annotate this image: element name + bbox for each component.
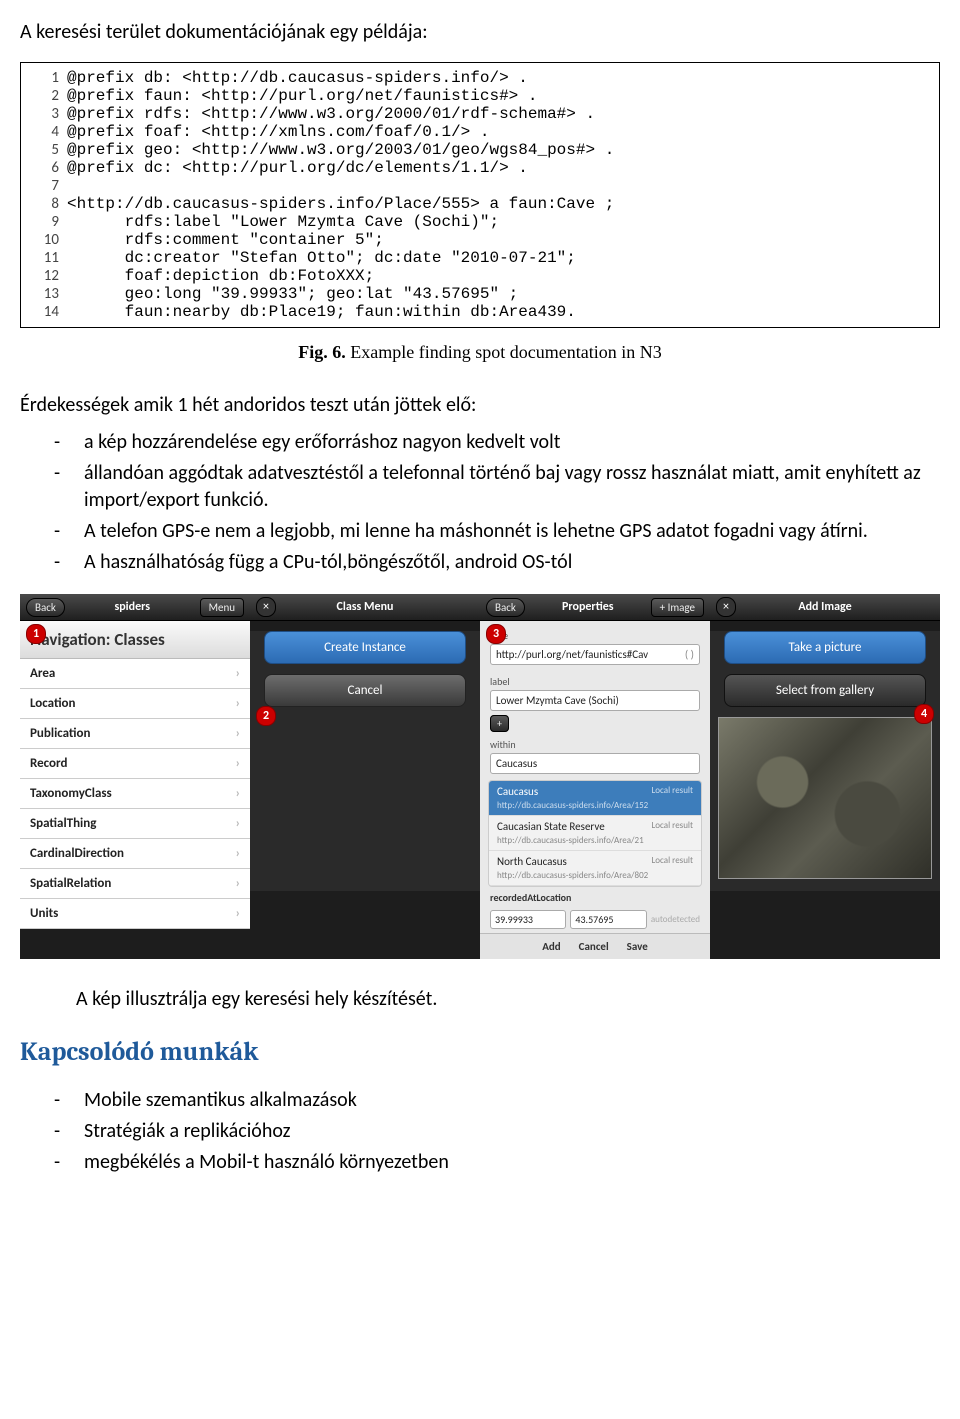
- chevron-right-icon: ›: [236, 786, 240, 801]
- screen-1: 1 Back spiders Menu Navigation: Classes …: [20, 594, 250, 959]
- autodetected-label: autodetected: [651, 914, 700, 925]
- screen1-title: spiders: [114, 600, 150, 614]
- photo-preview: [718, 717, 932, 879]
- close-button[interactable]: ×: [716, 597, 736, 617]
- list-item: Stratégiák a replikációhoz: [54, 1118, 940, 1145]
- badge-4: 4: [914, 704, 934, 724]
- screen3-title: Properties: [562, 600, 614, 614]
- list-item: állandóan aggódtak adatvesztéstől a tele…: [54, 460, 940, 514]
- list-item[interactable]: Publication›: [20, 719, 250, 749]
- badge-2: 2: [256, 706, 276, 726]
- code-block: 1@prefix db: <http://db.caucasus-spiders…: [20, 62, 940, 328]
- screen-4: 4 × Add Image Take a picture Select from…: [710, 594, 940, 959]
- screen4-title: Add Image: [798, 600, 851, 614]
- input-latitude[interactable]: 43.57695: [570, 910, 646, 929]
- suggestions-list: CaucasusLocal result http://db.caucasus-…: [488, 780, 702, 887]
- input-type[interactable]: http://purl.org/net/faunistics#Cav ( ): [490, 644, 700, 665]
- list-item[interactable]: CardinalDirection›: [20, 839, 250, 869]
- list-item: megbékélés a Mobil-t használó környezetb…: [54, 1149, 940, 1176]
- chevron-right-icon: ›: [236, 906, 240, 921]
- take-picture-button[interactable]: Take a picture: [724, 631, 926, 664]
- save-button[interactable]: Save: [627, 940, 648, 953]
- list-item[interactable]: SpatialThing›: [20, 809, 250, 839]
- back-button[interactable]: Back: [486, 598, 525, 617]
- cancel-button[interactable]: Cancel: [579, 940, 609, 953]
- findings-list: a kép hozzárendelése egy erőforráshoz na…: [20, 429, 940, 576]
- list-item: A használhatóság függ a CPu-tól,böngésző…: [54, 549, 940, 576]
- chevron-right-icon: ›: [236, 666, 240, 681]
- paragraph-findings: Érdekességek amik 1 hét andoridos teszt …: [20, 393, 940, 417]
- suggestion-item[interactable]: CaucasusLocal result http://db.caucasus-…: [489, 781, 701, 816]
- chevron-right-icon: ›: [236, 816, 240, 831]
- chevron-right-icon: ›: [236, 696, 240, 711]
- figure-caption-bold: Fig. 6.: [298, 342, 346, 362]
- back-button[interactable]: Back: [26, 598, 65, 617]
- screen-3: 3 Back Properties + Image type http://pu…: [480, 594, 710, 959]
- nav-heading: Navigation: Classes: [20, 621, 250, 659]
- chevron-right-icon: ›: [236, 876, 240, 891]
- cancel-button[interactable]: Cancel: [264, 674, 466, 707]
- list-item[interactable]: SpatialRelation›: [20, 869, 250, 899]
- badge-3: 3: [486, 624, 506, 644]
- list-item[interactable]: Location›: [20, 689, 250, 719]
- label-within: within: [480, 734, 710, 753]
- chevron-right-icon: ›: [236, 846, 240, 861]
- select-gallery-button[interactable]: Select from gallery: [724, 674, 926, 707]
- list-item[interactable]: Area›: [20, 659, 250, 689]
- input-longitude[interactable]: 39.99933: [490, 910, 566, 929]
- related-works-list: Mobile szemantikus alkalmazások Stratégiá…: [20, 1087, 940, 1176]
- input-label[interactable]: Lower Mzymta Cave (Sochi): [490, 690, 700, 711]
- list-item[interactable]: TaxonomyClass›: [20, 779, 250, 809]
- chevron-right-icon: ›: [236, 726, 240, 741]
- list-item: Mobile szemantikus alkalmazások: [54, 1087, 940, 1114]
- add-image-button[interactable]: + Image: [651, 598, 704, 617]
- input-within[interactable]: Caucasus: [490, 753, 700, 774]
- create-instance-button[interactable]: Create Instance: [264, 631, 466, 664]
- mobile-screens-figure: 1 Back spiders Menu Navigation: Classes …: [20, 594, 940, 959]
- intro-title: A keresési terület dokumentációjának egy…: [20, 20, 940, 44]
- figure-caption-below: A kép illusztrálja egy keresési hely kés…: [76, 987, 940, 1011]
- figure-caption: Fig. 6. Example finding spot documentati…: [20, 342, 940, 363]
- screen2-title: Class Menu: [337, 600, 394, 614]
- list-item[interactable]: Record›: [20, 749, 250, 779]
- menu-button[interactable]: Menu: [200, 598, 244, 617]
- plus-button[interactable]: +: [490, 715, 509, 732]
- suggestion-item[interactable]: Caucasian State ReserveLocal result http…: [489, 816, 701, 851]
- screen-2: 2 × Class Menu Create Instance Cancel: [250, 594, 480, 959]
- suggestion-item[interactable]: North CaucasusLocal result http://db.cau…: [489, 851, 701, 886]
- list-item: A telefon GPS-e nem a legjobb, mi lenne …: [54, 518, 940, 545]
- label-type: type: [480, 625, 710, 644]
- add-button[interactable]: Add: [542, 940, 560, 953]
- close-button[interactable]: ×: [256, 597, 276, 617]
- list-item: a kép hozzárendelése egy erőforráshoz na…: [54, 429, 940, 456]
- chevron-right-icon: ›: [236, 756, 240, 771]
- badge-1: 1: [26, 624, 46, 644]
- label-recorded: recordedAtLocation: [480, 887, 710, 906]
- list-item[interactable]: Units›: [20, 899, 250, 929]
- section-heading: Kapcsolódó munkák: [20, 1037, 940, 1067]
- figure-caption-text: Example finding spot documentation in N3: [346, 342, 662, 362]
- label-label: label: [480, 671, 710, 690]
